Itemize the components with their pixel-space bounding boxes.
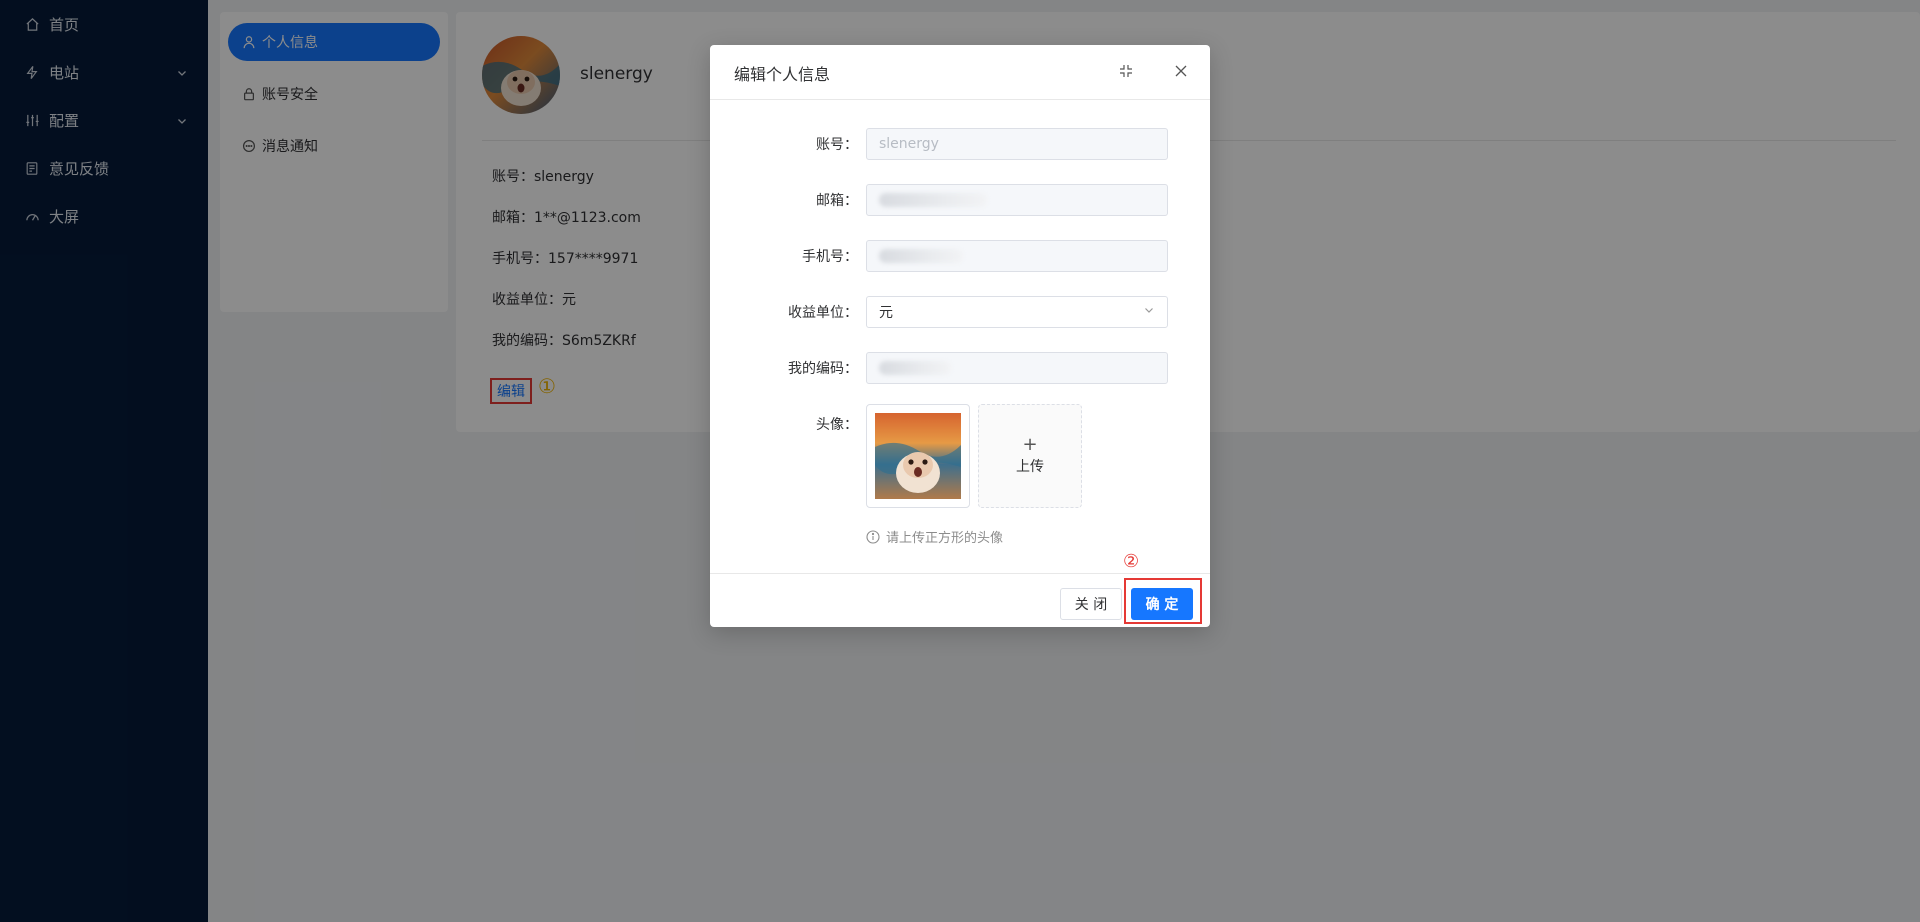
my-code-label: 我的编码： <box>788 361 858 377</box>
phone-field[interactable] <box>866 240 1168 272</box>
avatar-thumbnail[interactable] <box>866 404 970 508</box>
account-label: 账号： <box>816 137 858 153</box>
blurred-email <box>879 193 987 207</box>
my-code-field <box>866 352 1168 384</box>
chevron-down-icon <box>1143 304 1155 320</box>
compress-icon <box>1119 64 1133 82</box>
account-field: slenergy <box>866 128 1168 160</box>
step-marker-2: ② <box>1123 551 1140 572</box>
email-field[interactable] <box>866 184 1168 216</box>
modal-footer: 关 闭 确 定 <box>710 573 1210 627</box>
cancel-button[interactable]: 关 闭 <box>1060 588 1122 620</box>
income-unit-label: 收益单位： <box>788 305 858 321</box>
edit-profile-modal: 编辑个人信息 账号： slenergy 邮箱： 手机号： 收益单位： 元 我的编… <box>710 45 1210 627</box>
upload-avatar-button[interactable]: + 上传 <box>978 404 1082 508</box>
confirm-button[interactable]: 确 定 <box>1131 588 1193 620</box>
upload-label: 上传 <box>1016 459 1044 475</box>
avatar-hint: 请上传正方形的头像 <box>866 527 1003 546</box>
plus-icon: + <box>1022 434 1038 455</box>
blurred-code <box>879 361 951 375</box>
blurred-phone <box>879 249 963 263</box>
avatar-hint-text: 请上传正方形的头像 <box>886 531 1004 546</box>
close-icon <box>1174 64 1188 82</box>
modal-header: 编辑个人信息 <box>710 45 1210 100</box>
account-value: slenergy <box>879 136 939 152</box>
email-label: 邮箱： <box>816 193 858 209</box>
modal-close-button[interactable] <box>1171 63 1191 83</box>
income-unit-value: 元 <box>879 305 893 321</box>
income-unit-select[interactable]: 元 <box>866 296 1168 328</box>
avatar-label: 头像： <box>816 417 858 433</box>
modal-title: 编辑个人信息 <box>734 65 831 84</box>
phone-label: 手机号： <box>802 249 858 265</box>
info-icon <box>866 529 880 544</box>
fullscreen-button[interactable] <box>1116 63 1136 83</box>
avatar-image <box>875 413 961 499</box>
